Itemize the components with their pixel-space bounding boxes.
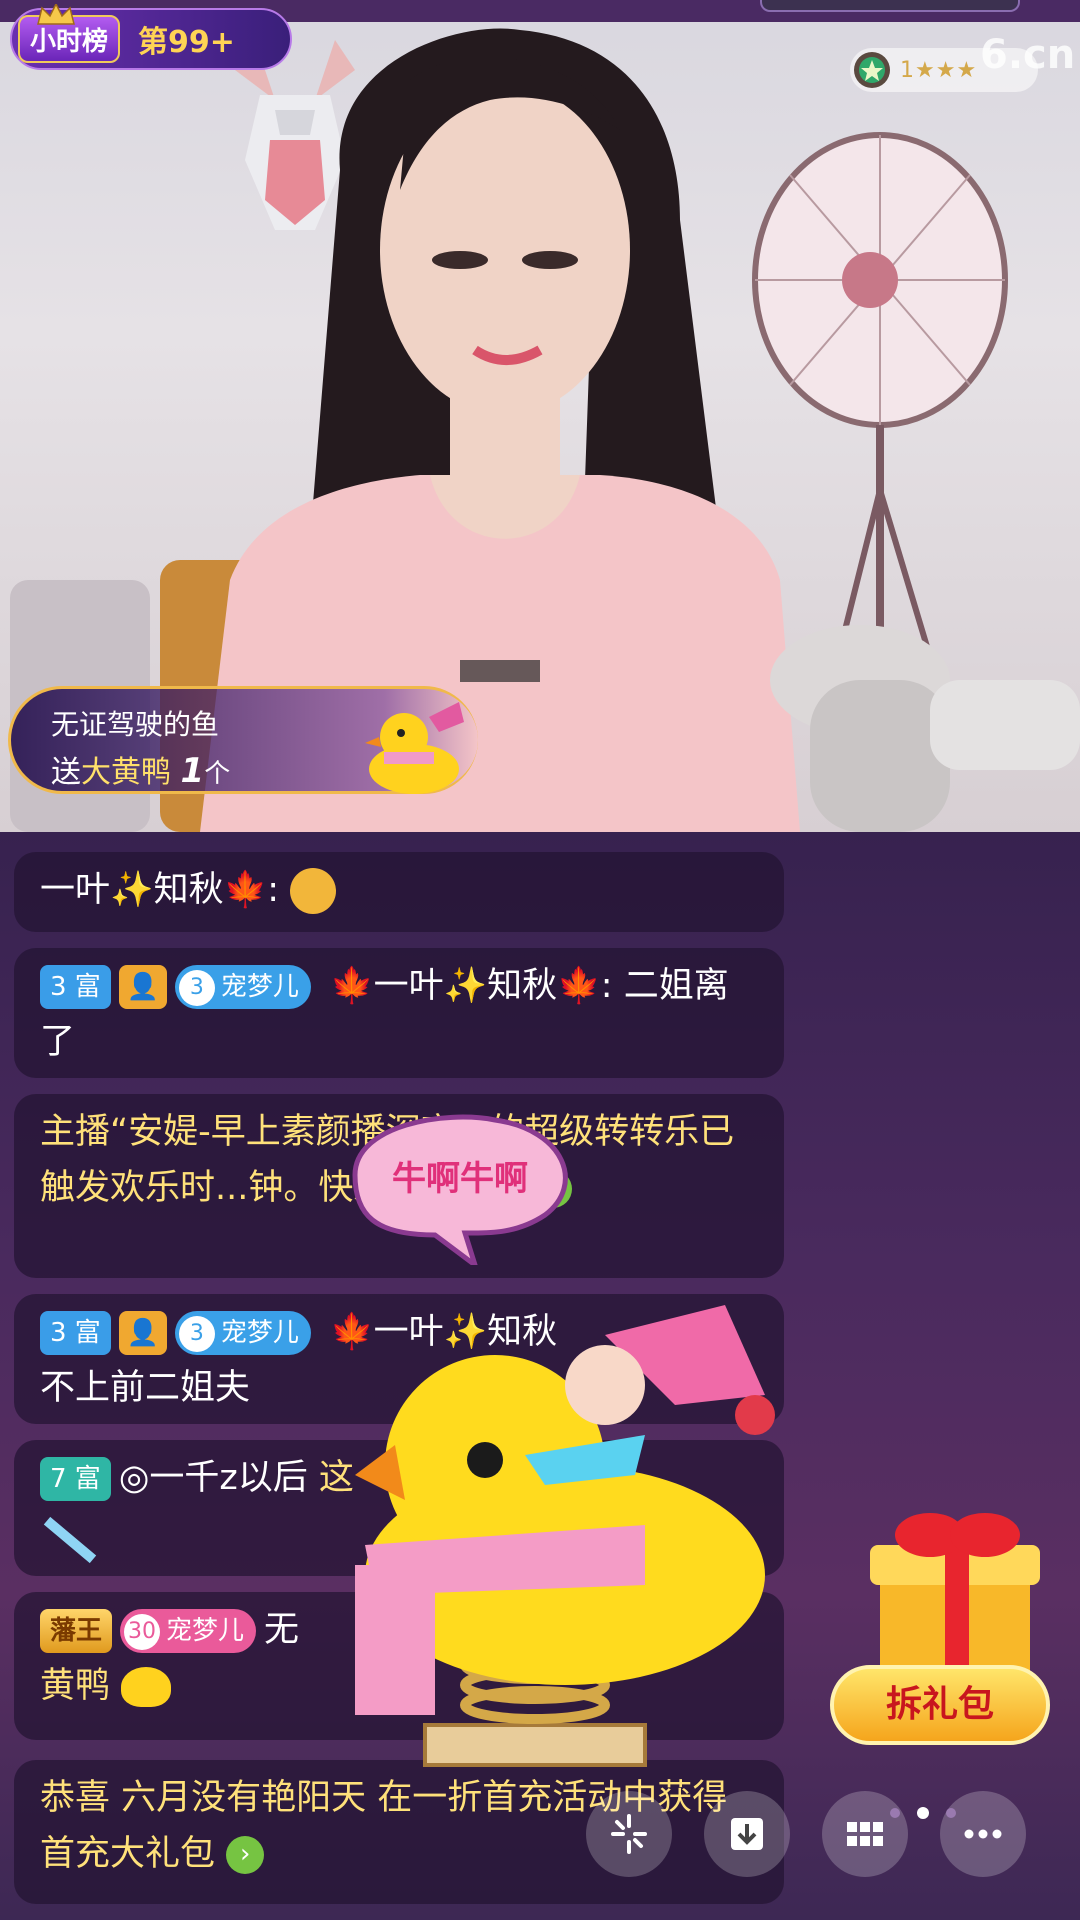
hour-rank-value: 第99+ — [138, 25, 235, 60]
chat-username-2: 知秋 — [487, 966, 558, 1006]
effects-button[interactable] — [586, 1791, 672, 1877]
chat-username: 一叶 — [373, 966, 444, 1006]
sparkle-icon: ✨ — [110, 870, 154, 910]
page-indicator — [890, 1807, 956, 1819]
gift-pack-label: 拆礼包 — [830, 1665, 1050, 1745]
rich-level-badge: 3 富 — [40, 965, 111, 1009]
gem-icon — [854, 52, 890, 88]
chat-text-prefix: 无 — [264, 1610, 300, 1650]
gift-notification-banner: 无证驾驶的鱼 送大黄鸭 1个 — [8, 686, 478, 794]
fan-club-name: 宠梦儿 — [166, 1616, 245, 1646]
sticker-text: 牛啊牛啊 — [392, 1159, 528, 1199]
heart-icon: 3 — [178, 1315, 215, 1352]
apps-button[interactable] — [822, 1791, 908, 1877]
hour-rank-badge[interactable]: 小时榜 第99+ — [10, 4, 292, 70]
crown-icon — [37, 4, 75, 25]
maple-leaf-icon: 🍁 — [223, 870, 268, 910]
download-icon — [731, 1818, 763, 1850]
chat-text: 不上前二姐夫 — [40, 1368, 251, 1408]
rich-level-badge: 7 富 — [40, 1457, 111, 1501]
noble-badge: 藩王 — [40, 1609, 113, 1653]
live-video[interactable]: 小时榜 第99+ 1★★★ 6.cn 无证驾驶的鱼 送大黄鸭 1个 — [0, 0, 1080, 832]
watermark: 6.cn — [980, 32, 1076, 78]
microphone — [770, 625, 1080, 832]
more-button[interactable] — [940, 1791, 1026, 1877]
chat-username-2: 知秋 — [153, 870, 224, 910]
chat-message[interactable]: 3 富 👤 3 宠梦儿 🍁一叶✨知秋🍁: 二姐离了 — [14, 948, 784, 1078]
fan-club-badge: 30 宠梦儿 — [120, 1609, 257, 1653]
top-right-panel[interactable] — [760, 0, 1020, 12]
chevron-right-icon[interactable]: › — [226, 1836, 265, 1874]
sparkle-icon — [611, 1814, 647, 1854]
fan-club-name: 宠梦儿 — [220, 1318, 299, 1348]
chat-colon: : — [267, 870, 280, 910]
pen-icon — [43, 1516, 97, 1564]
level-stars: 1★★★ — [900, 57, 978, 83]
user-avatar-icon: 👤 — [118, 965, 167, 1009]
niu-a-sticker: 牛啊牛啊 — [352, 1114, 568, 1265]
fan-club-badge: 3 宠梦儿 — [174, 1311, 311, 1355]
gift-sender: 无证驾驶的鱼 — [51, 708, 220, 741]
emoji-icon — [290, 868, 337, 914]
big-duck-gift-animation — [355, 1305, 775, 1767]
download-button[interactable] — [704, 1791, 790, 1877]
rich-level-badge: 3 富 — [40, 1311, 111, 1355]
sparkle-icon: ✨ — [443, 966, 488, 1006]
heart-icon: 30 — [124, 1613, 161, 1650]
chat-text: 黄鸭 — [40, 1666, 111, 1706]
chat-message[interactable]: 一叶✨知秋🍁: — [14, 852, 784, 932]
heart-icon: 3 — [178, 969, 215, 1006]
chat-username: ◎一千z以后 — [118, 1458, 308, 1498]
level-number: 1 — [900, 57, 915, 83]
chat-username: 一叶 — [40, 870, 111, 910]
grid-icon — [847, 1822, 883, 1846]
gift-line: 送大黄鸭 1个 — [51, 747, 230, 791]
gift-name: 大黄鸭 — [81, 755, 171, 790]
gift-count: 1 — [180, 751, 205, 791]
gift-pack-button[interactable]: 拆礼包 — [830, 1500, 1060, 1750]
fan-club-badge: 3 宠梦儿 — [174, 965, 311, 1009]
fan-club-name: 宠梦儿 — [220, 972, 299, 1002]
user-avatar-icon: 👤 — [118, 1311, 167, 1355]
gift-verb: 送 — [51, 755, 81, 790]
gift-unit: 个 — [204, 759, 231, 789]
maple-leaf-icon: 🍁 — [329, 966, 374, 1006]
duck-icon — [121, 1667, 172, 1707]
duck-gift-icon — [365, 702, 464, 794]
maple-leaf-icon: 🍁 — [557, 966, 601, 1006]
